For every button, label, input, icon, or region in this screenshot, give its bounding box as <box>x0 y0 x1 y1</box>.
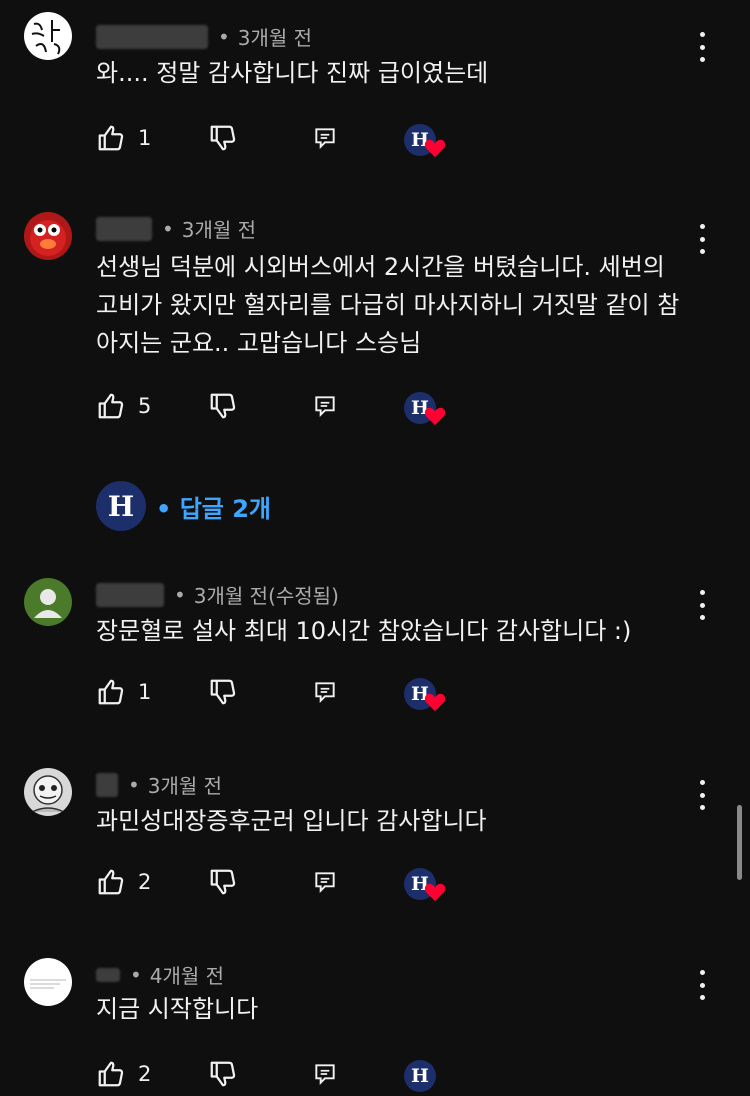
reply-button[interactable] <box>312 674 338 710</box>
comment-time: 3개월 전 <box>237 26 313 50</box>
more-options-icon[interactable] <box>690 32 714 62</box>
thumbs-up-icon <box>98 125 124 151</box>
like-count: 5 <box>138 394 152 418</box>
comment-actions: 5 H <box>96 388 456 428</box>
comment-text: 과민성대장증후군러 입니다 감사합니다 <box>96 807 487 835</box>
reply-button[interactable] <box>312 1056 338 1092</box>
creator-heart-badge: H <box>404 1060 436 1092</box>
comment-meta: • 3개월 전 <box>96 770 222 799</box>
comment-time: 4개월 전 <box>149 964 225 988</box>
heart-icon <box>424 693 446 712</box>
like-button[interactable]: 2 <box>96 864 151 900</box>
view-replies-button[interactable]: H • 답글 2개 <box>96 480 271 532</box>
author-name-masked[interactable] <box>96 216 152 241</box>
author-name-masked[interactable] <box>96 772 118 797</box>
like-button[interactable]: 5 <box>96 388 151 424</box>
reply-icon <box>315 128 335 150</box>
reply-icon <box>315 872 335 894</box>
like-count: 1 <box>138 126 152 150</box>
thumbs-up-icon <box>98 393 124 419</box>
comment-time: 3개월 전(수정됨) <box>193 584 339 608</box>
comment-meta: • 3개월 전(수정됨) <box>96 580 339 609</box>
heart-icon <box>424 407 446 426</box>
author-name-masked[interactable] <box>96 582 164 607</box>
reply-icon <box>315 682 335 704</box>
dislike-button[interactable] <box>208 674 238 710</box>
thumbs-up-icon <box>98 679 124 705</box>
thumbs-down-icon <box>210 393 236 419</box>
avatar[interactable] <box>24 578 72 626</box>
comment-meta: • 3개월 전 <box>96 22 312 51</box>
thumbs-up-icon <box>98 1061 124 1087</box>
reply-icon <box>315 396 335 418</box>
reply-button[interactable] <box>312 120 338 156</box>
creator-avatar: H <box>96 481 146 531</box>
reply-icon <box>315 1064 335 1086</box>
thumbs-down-icon <box>210 679 236 705</box>
more-options-icon[interactable] <box>690 590 714 620</box>
dislike-button[interactable] <box>208 1056 238 1092</box>
reply-button[interactable] <box>312 388 338 424</box>
comment-actions: 2 H <box>96 1056 456 1096</box>
more-options-icon[interactable] <box>690 224 714 254</box>
dislike-button[interactable] <box>208 120 238 156</box>
like-button[interactable]: 1 <box>96 120 151 156</box>
author-name-masked[interactable] <box>96 24 208 49</box>
avatar[interactable] <box>24 958 72 1006</box>
comment-text: 지금 시작합니다 <box>96 995 259 1023</box>
comment-text: 선생님 덕분에 시외버스에서 2시간을 버텼습니다. 세번의 고비가 왔지만 혈… <box>96 253 680 357</box>
comment-meta: • 3개월 전 <box>96 214 256 243</box>
thumbs-up-icon <box>98 869 124 895</box>
dislike-button[interactable] <box>208 864 238 900</box>
heart-icon <box>424 139 446 158</box>
comment-time: 3개월 전 <box>147 774 223 798</box>
comment-text: 와.... 정말 감사합니다 진짜 급이였는데 <box>96 59 489 87</box>
like-count: 2 <box>138 1062 152 1086</box>
like-count: 1 <box>138 680 152 704</box>
comment-actions: 1 H <box>96 674 456 714</box>
replies-label: • 답글 2개 <box>156 494 271 523</box>
like-button[interactable]: 1 <box>96 674 151 710</box>
comment-meta: • 4개월 전 <box>96 960 224 989</box>
thumbs-down-icon <box>210 1061 236 1087</box>
dislike-button[interactable] <box>208 388 238 424</box>
comment-time: 3개월 전 <box>181 218 257 242</box>
thumbs-down-icon <box>210 125 236 151</box>
heart-icon <box>424 883 446 902</box>
scrollbar[interactable] <box>737 805 742 880</box>
comment-text: 장문혈로 설사 최대 10시간 참았습니다 감사합니다 :) <box>96 617 632 645</box>
more-options-icon[interactable] <box>690 970 714 1000</box>
avatar[interactable] <box>24 212 72 260</box>
comment-actions: 1 H <box>96 120 456 160</box>
reply-button[interactable] <box>312 864 338 900</box>
more-options-icon[interactable] <box>690 780 714 810</box>
thumbs-down-icon <box>210 869 236 895</box>
avatar[interactable] <box>24 768 72 816</box>
like-button[interactable]: 2 <box>96 1056 151 1092</box>
author-name-masked[interactable] <box>96 967 120 982</box>
avatar[interactable] <box>24 12 72 60</box>
comment-actions: 2 H <box>96 864 456 904</box>
like-count: 2 <box>138 870 152 894</box>
